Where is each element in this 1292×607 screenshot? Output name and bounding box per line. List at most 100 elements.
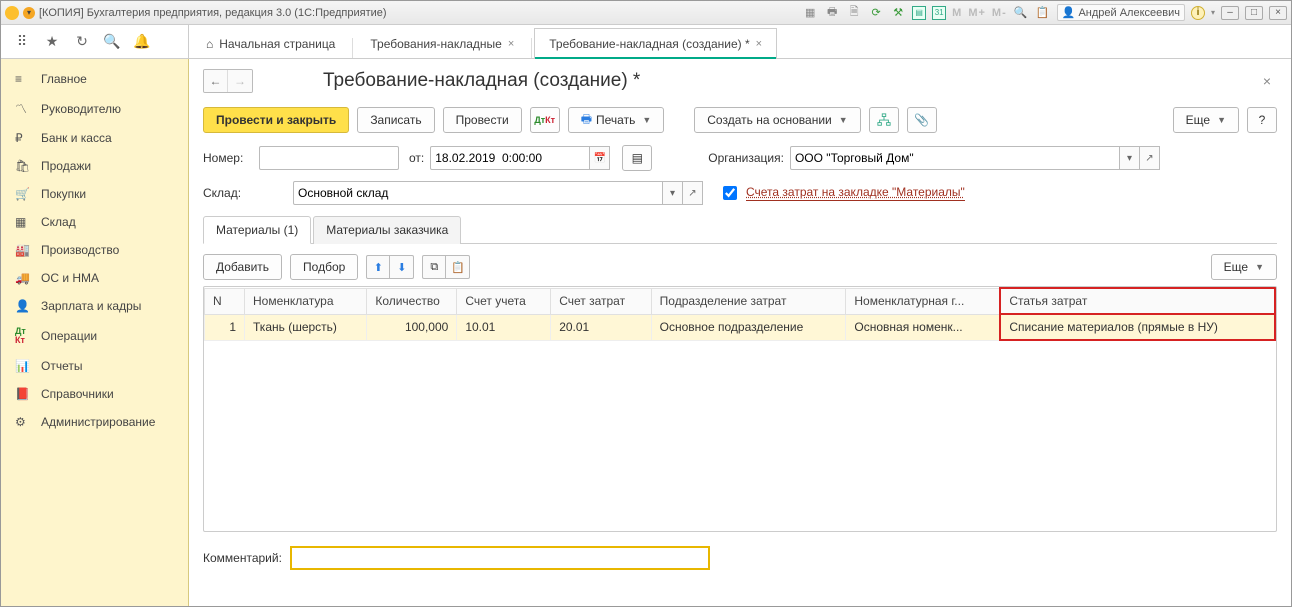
number-input[interactable] <box>259 146 399 170</box>
close-document-button[interactable]: × <box>1257 71 1277 91</box>
table-more-button[interactable]: Еще▼ <box>1211 254 1277 280</box>
copy-button[interactable]: ⧉ <box>422 255 446 279</box>
help-button[interactable]: ? <box>1247 107 1277 133</box>
close-tab-icon[interactable]: × <box>508 38 514 50</box>
org-input[interactable] <box>790 146 1120 170</box>
sidebar-item-reports[interactable]: 📊Отчеты <box>1 352 188 380</box>
move-down-button[interactable]: ⬇ <box>390 255 414 279</box>
col-account[interactable]: Счет учета <box>457 288 551 314</box>
grid-empty-area[interactable] <box>204 341 1276 531</box>
sidebar-item-label: Справочники <box>41 387 114 401</box>
col-cost-account[interactable]: Счет затрат <box>551 288 651 314</box>
col-nom-group[interactable]: Номенклатурная г... <box>846 288 1000 314</box>
back-button[interactable]: ← <box>204 70 228 92</box>
calendar-picker-icon[interactable]: 📅 <box>590 146 610 170</box>
table-row[interactable]: 1 Ткань (шерсть) 100,000 10.01 20.01 Осн… <box>205 314 1276 340</box>
sidebar-item-production[interactable]: 🏭Производство <box>1 236 188 264</box>
minimize-button[interactable]: – <box>1221 6 1239 20</box>
zoom-icon[interactable]: 🔍 <box>1013 5 1029 21</box>
col-nomenclature[interactable]: Номенклатура <box>245 288 367 314</box>
user-menu[interactable]: 👤 Андрей Алексеевич <box>1057 4 1185 21</box>
calculator-icon[interactable]: ▤ <box>912 6 926 20</box>
notifications-icon[interactable]: 🔔 <box>133 33 151 51</box>
sidebar-item-salary[interactable]: 👤Зарплата и кадры <box>1 292 188 320</box>
save-button[interactable]: Записать <box>357 107 434 133</box>
toolbar-icon[interactable]: ▦ <box>802 5 818 21</box>
tool-icon[interactable]: ⚒ <box>890 5 906 21</box>
tab-list[interactable]: Требования-накладные × <box>355 28 529 58</box>
cell-cost-item[interactable]: Списание материалов (прямые в НУ) <box>1000 314 1275 340</box>
info-icon[interactable]: i <box>1191 6 1205 20</box>
print-icon[interactable]: 🖶 <box>824 5 840 21</box>
cell-cost-account[interactable]: 20.01 <box>551 314 651 340</box>
cost-accounts-checkbox[interactable] <box>723 186 737 200</box>
move-up-button[interactable]: ⬆ <box>366 255 390 279</box>
date-input[interactable] <box>430 146 590 170</box>
date-extra-button[interactable]: ▤ <box>622 145 652 171</box>
print-button[interactable]: 🖶Печать▼ <box>568 107 665 133</box>
dropdown-icon[interactable]: ▾ <box>663 181 683 205</box>
post-and-close-button[interactable]: Провести и закрыть <box>203 107 349 133</box>
tab-home[interactable]: ⌂ Начальная страница <box>199 28 350 58</box>
postings-button[interactable]: ДтКт <box>530 107 560 133</box>
structure-button[interactable] <box>869 107 899 133</box>
button-label: Записать <box>370 113 421 127</box>
sidebar-item-admin[interactable]: ⚙Администрирование <box>1 408 188 436</box>
post-button[interactable]: Провести <box>443 107 522 133</box>
sidebar-item-purchases[interactable]: 🛒Покупки <box>1 180 188 208</box>
col-division[interactable]: Подразделение затрат <box>651 288 846 314</box>
pick-button[interactable]: Подбор <box>290 254 358 280</box>
col-qty[interactable]: Количество <box>367 288 457 314</box>
refresh-icon[interactable]: ⟳ <box>868 5 884 21</box>
tab-document[interactable]: Требование-накладная (создание) * × <box>534 28 777 58</box>
sidebar: ≡Главное 〽Руководителю ₽Банк и касса 🛍Пр… <box>1 59 189 606</box>
gear-icon: ⚙ <box>15 415 31 429</box>
paste-button[interactable]: 📋 <box>446 255 470 279</box>
comment-input[interactable] <box>290 546 710 570</box>
more-button[interactable]: Еще▼ <box>1173 107 1239 133</box>
dropdown-icon[interactable]: ▾ <box>1120 146 1140 170</box>
sidebar-item-operations[interactable]: ДтКтОперации <box>1 320 188 352</box>
memory-mplus[interactable]: M+ <box>968 7 986 19</box>
cost-accounts-link[interactable]: Счета затрат на закладке "Материалы" <box>746 185 965 201</box>
sidebar-item-sales[interactable]: 🛍Продажи <box>1 152 188 180</box>
close-tab-icon[interactable]: × <box>756 38 762 50</box>
search-nav-icon[interactable]: 🔍 <box>103 33 121 51</box>
create-based-button[interactable]: Создать на основании▼ <box>694 107 860 133</box>
cell-account[interactable]: 10.01 <box>457 314 551 340</box>
apps-icon[interactable]: ⠿ <box>13 33 31 51</box>
sidebar-item-bank[interactable]: ₽Банк и касса <box>1 124 188 152</box>
doc-icon[interactable]: 🗎 <box>846 5 862 21</box>
cell-nomenclature[interactable]: Ткань (шерсть) <box>245 314 367 340</box>
close-window-button[interactable]: × <box>1269 6 1287 20</box>
sidebar-item-warehouse[interactable]: ▦Склад <box>1 208 188 236</box>
sidebar-item-catalogs[interactable]: 📕Справочники <box>1 380 188 408</box>
col-n[interactable]: N <box>205 288 245 314</box>
subtab-materials[interactable]: Материалы (1) <box>203 216 311 244</box>
sidebar-item-main[interactable]: ≡Главное <box>1 65 188 93</box>
memory-m[interactable]: M <box>952 7 962 19</box>
subtab-customer-materials[interactable]: Материалы заказчика <box>313 216 461 244</box>
favorite-icon[interactable]: ★ <box>43 33 61 51</box>
forward-button[interactable]: → <box>228 70 252 92</box>
memory-mminus[interactable]: M- <box>992 7 1007 19</box>
cell-nom-group[interactable]: Основная номенк... <box>846 314 1000 340</box>
cell-n[interactable]: 1 <box>205 314 245 340</box>
warehouse-input[interactable] <box>293 181 663 205</box>
cart-icon: 🛒 <box>15 187 31 201</box>
info-dropdown-icon[interactable]: ▾ <box>1211 8 1215 17</box>
add-row-button[interactable]: Добавить <box>203 254 282 280</box>
app-menu-dropdown-icon[interactable]: ▾ <box>23 7 35 19</box>
calendar-icon[interactable]: 31 <box>932 6 946 20</box>
clipboard-icon[interactable]: 📋 <box>1035 5 1051 21</box>
maximize-button[interactable]: □ <box>1245 6 1263 20</box>
attach-button[interactable]: 📎 <box>907 107 937 133</box>
open-ref-icon[interactable]: ↗ <box>1140 146 1160 170</box>
sidebar-item-assets[interactable]: 🚚ОС и НМА <box>1 264 188 292</box>
cell-division[interactable]: Основное подразделение <box>651 314 846 340</box>
sidebar-item-manager[interactable]: 〽Руководителю <box>1 93 188 124</box>
col-cost-item[interactable]: Статья затрат <box>1000 288 1275 314</box>
open-ref-icon[interactable]: ↗ <box>683 181 703 205</box>
history-icon[interactable]: ↻ <box>73 33 91 51</box>
cell-qty[interactable]: 100,000 <box>367 314 457 340</box>
